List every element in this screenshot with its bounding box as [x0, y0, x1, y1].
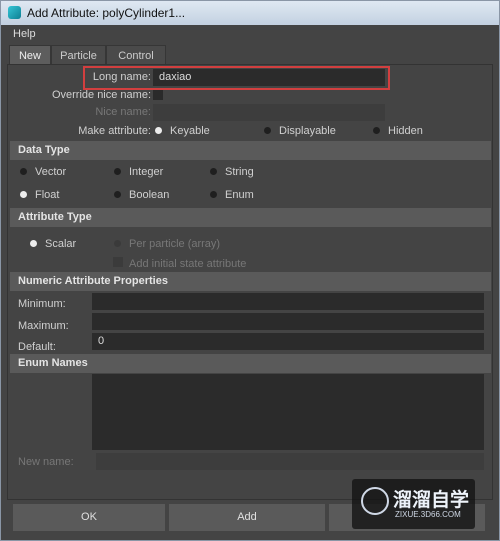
add-button[interactable]: Add	[169, 504, 325, 531]
default-field[interactable]: 0	[92, 333, 484, 350]
radio-per-particle[interactable]	[114, 240, 121, 247]
radio-keyable[interactable]	[155, 127, 162, 134]
keyable-label: Keyable	[170, 125, 210, 137]
menu-help[interactable]: Help	[13, 28, 36, 40]
radio-float[interactable]	[20, 191, 27, 198]
attribute-type-header[interactable]: Attribute Type	[10, 208, 491, 227]
radio-displayable[interactable]	[264, 127, 271, 134]
new-name-label: New name:	[18, 456, 74, 468]
displayable-label: Displayable	[279, 125, 336, 137]
make-attribute-label: Make attribute:	[78, 125, 151, 137]
radio-string[interactable]	[210, 168, 217, 175]
play-logo-icon	[361, 487, 389, 515]
vector-label: Vector	[35, 166, 67, 178]
numeric-properties-header[interactable]: Numeric Attribute Properties	[10, 272, 491, 291]
tab-new[interactable]: New	[9, 45, 51, 65]
enum-names-header[interactable]: Enum Names	[10, 354, 491, 373]
long-name-highlight	[83, 66, 390, 90]
watermark-brand: 溜溜自学	[393, 490, 470, 511]
watermark-site: ZIXUE.3D66.COM	[395, 510, 461, 519]
radio-vector[interactable]	[20, 168, 27, 175]
per-particle-label: Per particle (array)	[129, 238, 221, 250]
menu-bar: Help	[1, 25, 499, 45]
new-name-field[interactable]	[96, 453, 484, 470]
float-label: Float	[35, 189, 60, 201]
maya-app-icon	[8, 6, 21, 19]
enum-label: Enum	[225, 189, 254, 201]
initial-state-label: Add initial state attribute	[129, 258, 247, 270]
radio-boolean[interactable]	[114, 191, 121, 198]
enum-names-list[interactable]	[92, 374, 484, 450]
tab-particle[interactable]: Particle	[51, 45, 106, 65]
string-label: String	[225, 166, 254, 178]
radio-enum[interactable]	[210, 191, 217, 198]
override-nice-name-checkbox[interactable]	[153, 90, 163, 100]
hidden-label: Hidden	[388, 125, 423, 137]
data-type-header[interactable]: Data Type	[10, 141, 491, 160]
integer-label: Integer	[129, 166, 164, 178]
add-attribute-dialog: Add Attribute: polyCylinder1... Help New…	[0, 0, 500, 541]
boolean-label: Boolean	[129, 189, 170, 201]
radio-scalar[interactable]	[30, 240, 37, 247]
maximum-label: Maximum:	[18, 320, 69, 332]
minimum-field[interactable]	[92, 293, 484, 310]
tab-control[interactable]: Control	[106, 45, 166, 65]
window-title: Add Attribute: polyCylinder1...	[27, 6, 186, 20]
ok-button[interactable]: OK	[13, 504, 165, 531]
default-label: Default:	[18, 341, 56, 353]
override-nice-name-label: Override nice name:	[51, 89, 151, 101]
maximum-field[interactable]	[92, 313, 484, 330]
title-bar[interactable]: Add Attribute: polyCylinder1...	[1, 1, 499, 26]
initial-state-checkbox[interactable]	[113, 257, 123, 267]
nice-name-label: Nice name:	[95, 106, 151, 118]
radio-integer[interactable]	[114, 168, 121, 175]
minimum-label: Minimum:	[18, 298, 66, 310]
scalar-label: Scalar	[45, 238, 77, 250]
radio-hidden[interactable]	[373, 127, 380, 134]
nice-name-field[interactable]	[153, 104, 385, 121]
